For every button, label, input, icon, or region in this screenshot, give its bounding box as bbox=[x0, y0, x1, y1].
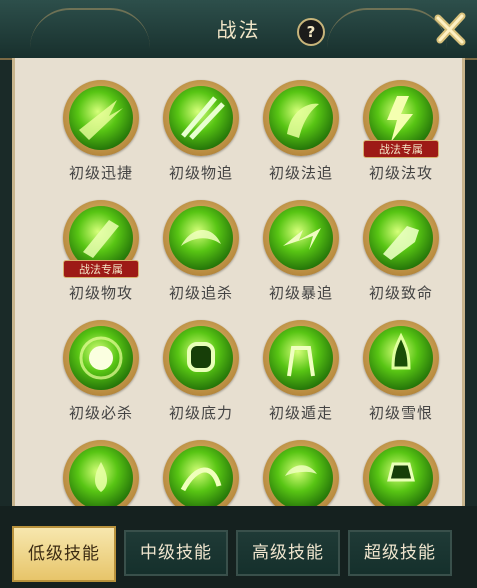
skill-icon bbox=[269, 446, 333, 506]
skill-icon-frame bbox=[263, 200, 339, 276]
skill-icon bbox=[69, 326, 133, 390]
skill-icon-frame: 战法专属 bbox=[63, 200, 139, 278]
skill-icon-frame bbox=[63, 80, 139, 156]
skill-item[interactable]: 初级雪恨 bbox=[351, 320, 451, 423]
skill-item[interactable]: 初级必杀 bbox=[51, 320, 151, 423]
skill-icon bbox=[269, 206, 333, 270]
skill-icon bbox=[369, 446, 433, 506]
skill-icon bbox=[369, 326, 433, 390]
skill-icon bbox=[169, 446, 233, 506]
skill-icon-frame bbox=[263, 440, 339, 506]
tab-bar: 低级技能 中级技能 高级技能 超级技能 bbox=[0, 506, 477, 588]
close-button[interactable] bbox=[432, 10, 470, 48]
skill-icon-frame bbox=[363, 200, 439, 276]
skill-icon bbox=[169, 206, 233, 270]
skill-item[interactable] bbox=[351, 440, 451, 506]
skill-name: 初级遁走 bbox=[268, 404, 333, 422]
skill-item[interactable]: 初级暴追 bbox=[251, 200, 351, 303]
skill-icon-frame bbox=[163, 320, 239, 396]
skill-icon bbox=[269, 86, 333, 150]
skill-item[interactable] bbox=[151, 440, 251, 506]
tab-super-skills[interactable]: 超级技能 bbox=[348, 530, 452, 576]
skill-name: 初级必杀 bbox=[68, 404, 133, 422]
skill-icon-frame bbox=[63, 440, 139, 506]
skill-icon-frame bbox=[163, 80, 239, 156]
skill-item[interactable]: 初级法追 bbox=[251, 80, 351, 183]
skill-item[interactable]: 初级物追 bbox=[151, 80, 251, 183]
page-title: 战法 bbox=[216, 18, 261, 42]
skill-icon bbox=[69, 446, 133, 506]
skill-name: 初级法攻 bbox=[368, 164, 433, 182]
skill-item[interactable]: 战法专属 初级物攻 bbox=[51, 200, 151, 303]
skill-item[interactable]: 初级致命 bbox=[351, 200, 451, 303]
skill-name: 初级暴追 bbox=[268, 284, 333, 302]
tab-low-skills[interactable]: 低级技能 bbox=[12, 526, 116, 582]
help-icon[interactable]: ? bbox=[297, 18, 325, 46]
skill-icon-frame bbox=[263, 320, 339, 396]
skill-name: 初级迅捷 bbox=[68, 164, 133, 182]
skill-item[interactable]: 初级追杀 bbox=[151, 200, 251, 303]
skill-icon-frame bbox=[163, 200, 239, 276]
skills-window: 战法 ? 初级迅捷 初级物追 初级法追 战法专属 初级法攻 战法专属 初级物攻 初级追杀 初级暴… bbox=[0, 0, 477, 588]
skill-name: 初级物追 bbox=[168, 164, 233, 182]
skill-name: 初级物攻 bbox=[68, 284, 133, 302]
skill-icon-frame bbox=[63, 320, 139, 396]
skill-icon-frame bbox=[363, 440, 439, 506]
skill-icon bbox=[369, 206, 433, 270]
skill-icon bbox=[269, 326, 333, 390]
skill-icon-frame bbox=[163, 440, 239, 506]
exclusive-badge: 战法专属 bbox=[63, 260, 139, 278]
skill-icon-frame: 战法专属 bbox=[363, 80, 439, 158]
skill-name: 初级法追 bbox=[268, 164, 333, 182]
skill-name: 初级追杀 bbox=[168, 284, 233, 302]
skill-name: 初级致命 bbox=[368, 284, 433, 302]
skill-icon bbox=[169, 86, 233, 150]
skill-item[interactable]: 初级迅捷 bbox=[51, 80, 151, 183]
skill-icon-frame bbox=[363, 320, 439, 396]
tab-mid-skills[interactable]: 中级技能 bbox=[124, 530, 228, 576]
skill-item[interactable] bbox=[51, 440, 151, 506]
skills-panel: 初级迅捷 初级物追 初级法追 战法专属 初级法攻 战法专属 初级物攻 初级追杀 初级暴追 初级致命… bbox=[12, 58, 465, 506]
skill-item[interactable]: 初级底力 bbox=[151, 320, 251, 423]
skill-name: 初级底力 bbox=[168, 404, 233, 422]
header-bar: 战法 ? bbox=[0, 0, 477, 60]
exclusive-badge: 战法专属 bbox=[363, 140, 439, 158]
skill-name: 初级雪恨 bbox=[368, 404, 433, 422]
tab-high-skills[interactable]: 高级技能 bbox=[236, 530, 340, 576]
skill-item[interactable]: 战法专属 初级法攻 bbox=[351, 80, 451, 183]
skill-icon bbox=[69, 86, 133, 150]
skill-icon bbox=[169, 326, 233, 390]
close-icon bbox=[434, 12, 466, 46]
skill-icon-frame bbox=[263, 80, 339, 156]
skill-item[interactable]: 初级遁走 bbox=[251, 320, 351, 423]
skill-item[interactable] bbox=[251, 440, 351, 506]
